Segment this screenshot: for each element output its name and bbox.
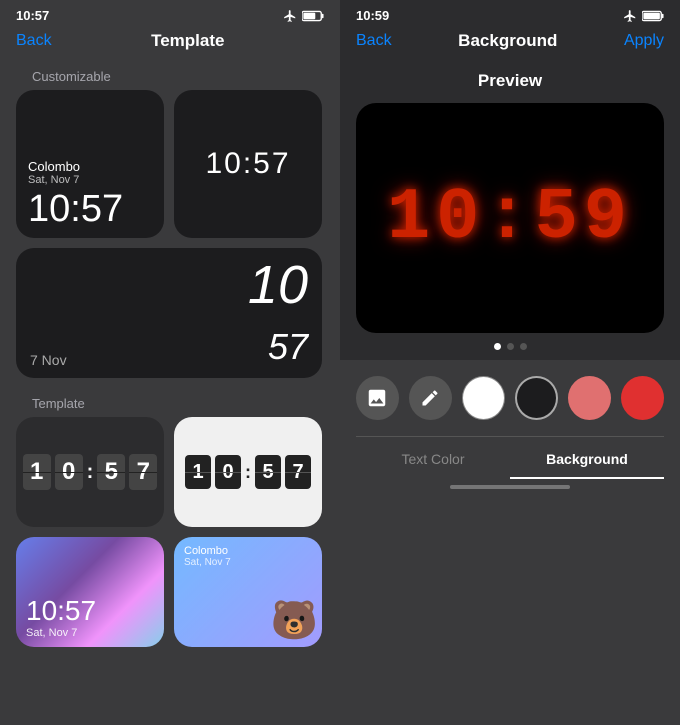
customizable-row-1: Colombo Sat, Nov 7 10:57 10:57 — [16, 90, 324, 238]
photo-time: 10:57 — [26, 595, 154, 627]
photo-swatch[interactable] — [356, 376, 399, 420]
template-label: Template — [16, 388, 324, 417]
home-indicator — [450, 485, 570, 489]
widget-character[interactable]: Colombo Sat, Nov 7 🐻 — [174, 537, 322, 647]
red-swatch[interactable] — [621, 376, 664, 420]
widget-big-num: 10 — [248, 258, 308, 312]
flip-digit-3: 5 — [97, 454, 125, 490]
dots-indicator — [340, 333, 680, 360]
salmon-swatch[interactable] — [568, 376, 611, 420]
white-swatch[interactable] — [462, 376, 505, 420]
widget-flip-white[interactable]: 1 0 : 5 7 — [174, 417, 322, 527]
flip-digit-2: 0 — [55, 454, 83, 490]
template-row-2: 10:57 Sat, Nov 7 Colombo Sat, Nov 7 🐻 — [16, 537, 324, 647]
flip-colon-1: : — [87, 462, 94, 482]
battery-icon-r — [642, 10, 664, 22]
airplane-icon-r — [623, 9, 637, 23]
flip-digit-w1: 1 — [185, 455, 211, 489]
color-swatches — [356, 376, 664, 420]
left-status-icons — [283, 9, 324, 23]
flip-colon-w1: : — [245, 462, 251, 483]
left-time: 10:57 — [16, 8, 49, 23]
preview-title: Preview — [340, 61, 680, 103]
widget-wide-card[interactable]: 10 7 Nov 57 — [16, 248, 322, 378]
widget-photo[interactable]: 10:57 Sat, Nov 7 — [16, 537, 164, 647]
photo-date: Sat, Nov 7 — [26, 627, 154, 639]
photo-icon — [366, 387, 388, 409]
pen-icon — [420, 388, 440, 408]
left-back-button[interactable]: Back — [16, 32, 52, 50]
dot-1 — [494, 343, 501, 350]
tab-bar: Text Color Background — [356, 436, 664, 479]
widget-clock-large[interactable]: Colombo Sat, Nov 7 10:57 — [16, 90, 164, 238]
right-back-button[interactable]: Back — [356, 32, 392, 50]
color-options-section: Text Color Background — [340, 360, 680, 725]
left-nav-title: Template — [151, 31, 224, 51]
right-nav-title: Background — [458, 31, 557, 51]
widget-digital-small[interactable]: 10:57 — [174, 90, 322, 238]
right-nav-bar: Back Background Apply — [340, 27, 680, 61]
flip-clock-dark: 1 0 : 5 7 — [23, 454, 158, 490]
black-swatch[interactable] — [515, 376, 558, 420]
left-panel: 10:57 Back Template Customizable Colombo… — [0, 0, 340, 725]
battery-icon — [302, 10, 324, 22]
right-time: 10:59 — [356, 8, 389, 23]
pen-swatch[interactable] — [409, 376, 452, 420]
right-status-bar: 10:59 — [340, 0, 680, 27]
customizable-label: Customizable — [16, 61, 324, 90]
widget-digital-time: 10:57 — [205, 147, 290, 181]
right-status-icons — [623, 9, 664, 23]
left-status-bar: 10:57 — [0, 0, 340, 27]
bear-icon: 🐻 — [271, 599, 318, 643]
airplane-icon — [283, 9, 297, 23]
dot-2 — [507, 343, 514, 350]
template-row: 1 0 : 5 7 1 0 : 5 7 — [16, 417, 324, 527]
flip-clock-white: 1 0 : 5 7 — [185, 455, 311, 489]
tab-background[interactable]: Background — [510, 437, 664, 479]
flip-digit-w4: 7 — [285, 455, 311, 489]
widget-small-num: 57 — [268, 326, 308, 368]
widget-time-big: 10:57 — [28, 190, 152, 228]
flip-digit-4: 7 — [129, 454, 157, 490]
dot-3 — [520, 343, 527, 350]
widget-city: Colombo — [28, 159, 152, 174]
apply-button[interactable]: Apply — [624, 32, 664, 50]
widgets-grid: Customizable Colombo Sat, Nov 7 10:57 10… — [0, 61, 340, 725]
tab-text-color[interactable]: Text Color — [356, 437, 510, 479]
flip-digit-w3: 5 — [255, 455, 281, 489]
right-panel: 10:59 Back Background Apply Preview 10:5… — [340, 0, 680, 725]
flip-digit-w2: 0 — [215, 455, 241, 489]
preview-area: 10:59 — [356, 103, 664, 333]
led-clock-display: 10:59 — [387, 177, 633, 259]
widget-date-label: 7 Nov — [30, 352, 67, 368]
flip-digit-1: 1 — [23, 454, 51, 490]
char-city: Colombo — [184, 545, 312, 557]
widget-flip-dark[interactable]: 1 0 : 5 7 — [16, 417, 164, 527]
left-nav-bar: Back Template — [0, 27, 340, 61]
char-date: Sat, Nov 7 — [184, 557, 312, 568]
widget-date: Sat, Nov 7 — [28, 174, 152, 186]
